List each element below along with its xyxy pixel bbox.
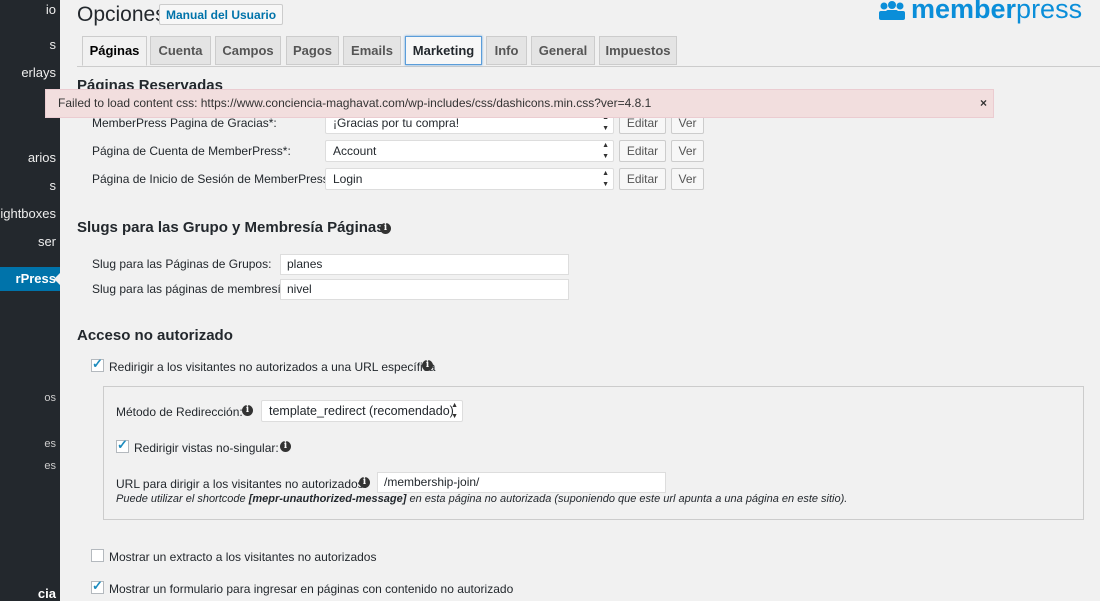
- account-page-label: Página de Cuenta de MemberPress*:: [92, 144, 291, 158]
- login-form-checkbox[interactable]: ✓: [91, 578, 104, 594]
- user-manual-button[interactable]: Manual del Usuario: [159, 4, 284, 25]
- login-page-edit-button[interactable]: Editar: [619, 168, 666, 190]
- tab-campos[interactable]: Campos: [215, 36, 281, 65]
- info-icon[interactable]: i: [359, 477, 370, 488]
- settings-tabs: Páginas Cuenta Campos Pagos Emails Marke…: [77, 36, 1100, 67]
- info-icon[interactable]: i: [242, 405, 253, 416]
- shortcode-hint: Puede utilizar el shortcode [mepr-unauth…: [116, 493, 848, 505]
- tab-general[interactable]: General: [531, 36, 595, 65]
- account-page-select[interactable]: Account ▲ ▼: [325, 140, 614, 162]
- tab-impuestos[interactable]: Impuestos: [599, 36, 677, 65]
- sidebar-item[interactable]: io: [0, 0, 60, 22]
- info-icon[interactable]: i: [280, 441, 291, 452]
- tab-pagos[interactable]: Pagos: [286, 36, 339, 65]
- sidebar-subitem[interactable]: os: [0, 386, 60, 410]
- excerpt-label: Mostrar un extracto a los visitantes no …: [109, 550, 377, 564]
- slugs-heading: Slugs para las Grupo y Membresía Páginas…: [77, 219, 390, 236]
- checkmark-icon: ✓: [92, 578, 103, 593]
- tab-paginas[interactable]: Páginas: [82, 36, 147, 66]
- redirect-method-select[interactable]: template_redirect (recomendado) ▲ ▼: [261, 400, 463, 422]
- redirect-checkbox[interactable]: ✓: [91, 356, 104, 372]
- membership-slug-input[interactable]: nivel: [280, 279, 569, 300]
- error-message: Failed to load content css: https://www.…: [58, 96, 652, 110]
- excerpt-checkbox[interactable]: [91, 549, 104, 562]
- unauthorized-heading: Acceso no autorizado: [77, 327, 233, 344]
- login-page-select[interactable]: Login ▲ ▼: [325, 168, 614, 190]
- people-icon: [879, 0, 905, 20]
- redirect-url-input[interactable]: /membership-join/: [377, 472, 666, 493]
- info-icon[interactable]: i: [380, 223, 391, 234]
- error-notice: Failed to load content css: https://www.…: [45, 89, 994, 118]
- thanks-page-label: MemberPress Pagina de Gracias*:: [92, 116, 277, 130]
- checkmark-icon: ✓: [117, 437, 128, 452]
- sidebar-subitem[interactable]: es: [0, 432, 60, 456]
- sidebar-item[interactable]: erlays: [0, 61, 60, 85]
- login-form-label: Mostrar un formulario para ingresar en p…: [109, 582, 514, 596]
- sidebar-item-memberpress[interactable]: rPress: [0, 267, 60, 291]
- nonsingular-checkbox[interactable]: ✓: [116, 437, 129, 453]
- sidebar-item[interactable]: cia: [0, 582, 60, 601]
- sidebar-item-lightboxes[interactable]: Lightboxes: [0, 202, 60, 226]
- sidebar-subitem[interactable]: es: [0, 454, 60, 478]
- info-icon[interactable]: i: [422, 360, 433, 371]
- sidebar-item[interactable]: ser: [0, 230, 60, 254]
- memberpress-logo: memberpress: [877, 0, 1082, 25]
- group-slug-input[interactable]: planes: [280, 254, 569, 275]
- group-slug-label: Slug para las Páginas de Grupos:: [92, 257, 272, 271]
- tab-cuenta[interactable]: Cuenta: [150, 36, 211, 65]
- sidebar-item[interactable]: arios: [0, 146, 60, 170]
- redirect-label: Redirigir a los visitantes no autorizado…: [109, 360, 436, 374]
- membership-slug-label: Slug para las páginas de membresía:: [92, 282, 291, 296]
- sidebar-item[interactable]: s: [0, 174, 60, 198]
- sidebar-item[interactable]: s: [0, 33, 60, 57]
- redirect-url-label: URL para dirigir a los visitantes no aut…: [116, 477, 368, 491]
- close-icon[interactable]: ×: [980, 90, 987, 117]
- login-page-label: Página de Inicio de Sesión de MemberPres…: [92, 172, 337, 186]
- account-page-edit-button[interactable]: Editar: [619, 140, 666, 162]
- redirect-method-label: Método de Redirección:: [116, 405, 243, 419]
- checkmark-icon: ✓: [92, 356, 103, 371]
- page-title: Opciones: [77, 3, 166, 26]
- tab-marketing[interactable]: Marketing: [405, 36, 482, 65]
- account-page-view-button[interactable]: Ver: [671, 140, 704, 162]
- login-page-view-button[interactable]: Ver: [671, 168, 704, 190]
- nonsingular-label: Redirigir vistas no-singular:: [134, 441, 279, 455]
- tab-info[interactable]: Info: [486, 36, 527, 65]
- tab-emails[interactable]: Emails: [343, 36, 401, 65]
